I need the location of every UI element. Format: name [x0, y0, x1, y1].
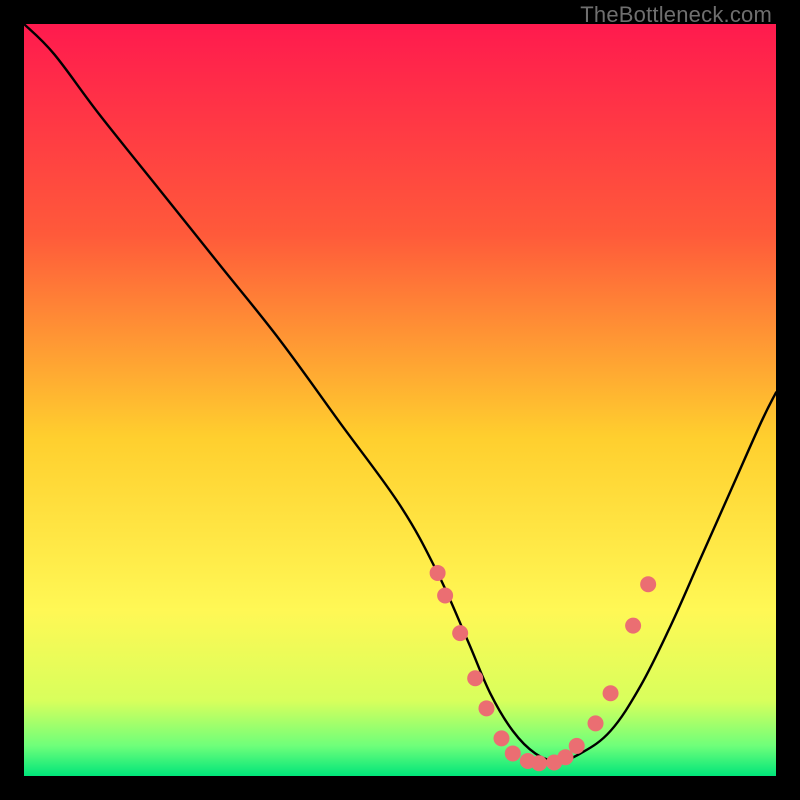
marker-dot — [531, 755, 547, 771]
chart-overlay — [24, 24, 776, 776]
marker-dot — [603, 685, 619, 701]
marker-dot — [452, 625, 468, 641]
marker-dot — [494, 730, 510, 746]
marker-dot — [505, 745, 521, 761]
bottleneck-curve — [24, 24, 776, 761]
marker-group — [430, 565, 657, 771]
marker-dot — [467, 670, 483, 686]
watermark-text: TheBottleneck.com — [580, 2, 772, 28]
marker-dot — [569, 738, 585, 754]
marker-dot — [478, 700, 494, 716]
marker-dot — [437, 588, 453, 604]
marker-dot — [588, 715, 604, 731]
marker-dot — [557, 749, 573, 765]
marker-dot — [625, 618, 641, 634]
chart-frame — [24, 24, 776, 776]
marker-dot — [430, 565, 446, 581]
marker-dot — [640, 576, 656, 592]
